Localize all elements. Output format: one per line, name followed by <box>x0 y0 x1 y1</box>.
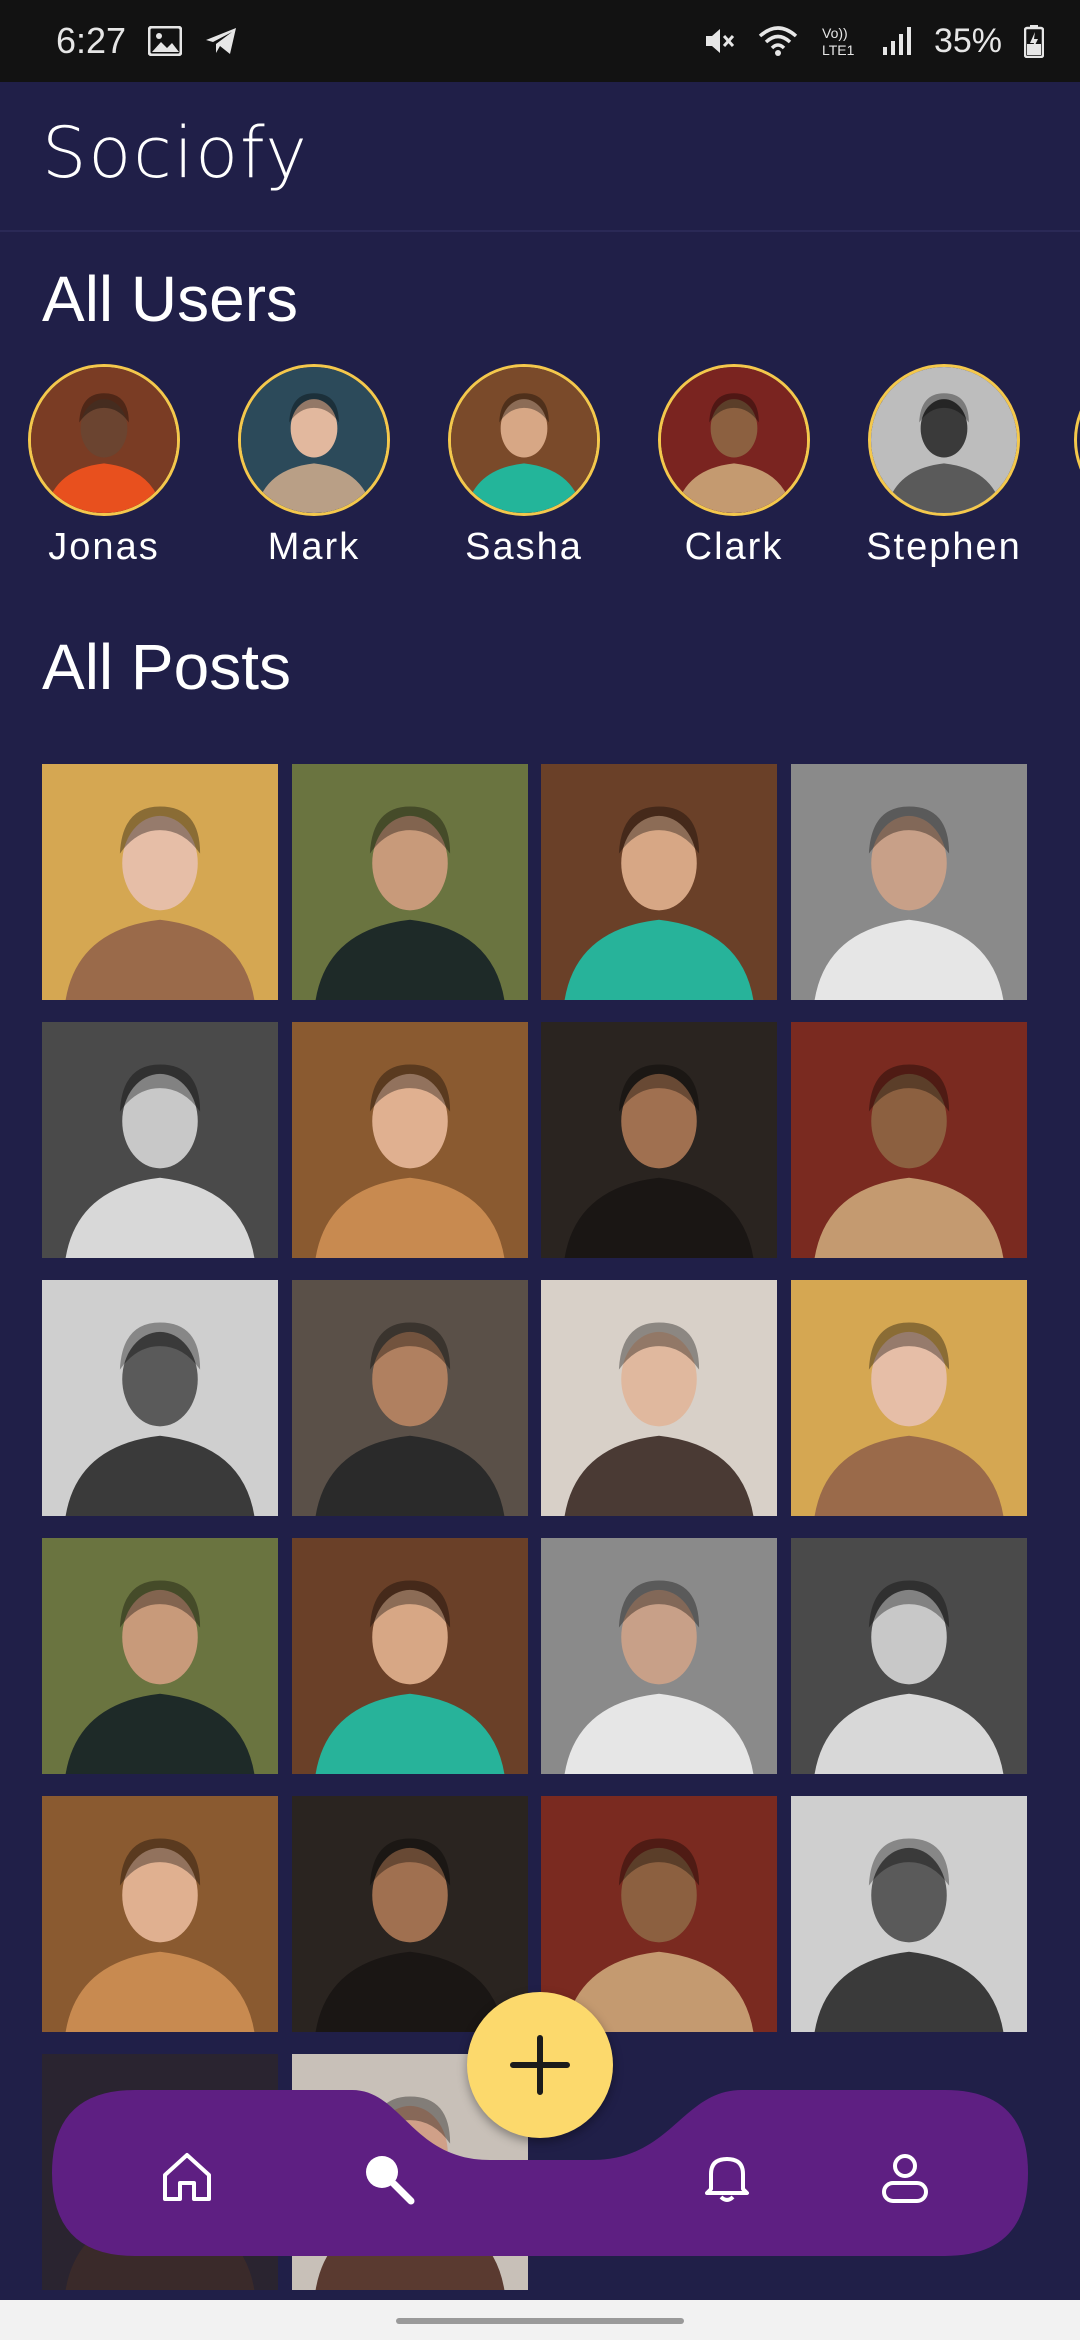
users-section-title: All Users <box>42 263 299 335</box>
avatar-image <box>31 367 177 513</box>
screen: 6:27 Vo)) LTE1 35% Sociofy All Users Jon… <box>0 0 1080 2340</box>
post-thumbnail[interactable] <box>291 1796 528 2032</box>
user-item[interactable]: Jonas <box>4 360 204 569</box>
nav-profile-button[interactable] <box>870 2142 940 2212</box>
volte-icon: Vo)) LTE1 <box>820 23 860 59</box>
user-avatar[interactable] <box>868 364 1020 516</box>
user-name: Jonas <box>48 526 160 568</box>
avatar-image <box>241 367 387 513</box>
gallery-icon <box>148 26 183 56</box>
user-avatar[interactable] <box>28 364 180 516</box>
user-avatar[interactable] <box>448 364 600 516</box>
user-avatar[interactable] <box>238 364 390 516</box>
post-image <box>42 1796 278 2032</box>
post-image <box>541 764 777 1000</box>
post-image <box>790 1022 1027 1258</box>
post-image <box>291 764 528 1000</box>
post-image <box>790 764 1027 1000</box>
system-nav-bar <box>0 2300 1080 2340</box>
user-avatar-partial[interactable] <box>1074 364 1080 516</box>
post-thumbnail[interactable] <box>541 1796 777 2032</box>
avatar-image <box>871 367 1017 513</box>
post-image <box>790 1796 1027 2032</box>
post-image <box>790 1538 1027 1774</box>
app-header: Sociofy <box>0 82 1080 232</box>
post-image <box>541 1796 777 2032</box>
nav-notifications-button[interactable] <box>692 2142 762 2212</box>
post-thumbnail[interactable] <box>42 764 278 1000</box>
users-row[interactable]: Jonas Mark Sasha Clark Stephen <box>0 360 1080 580</box>
post-thumbnail[interactable] <box>790 1538 1027 1774</box>
app-logo: Sociofy <box>42 112 309 194</box>
home-gesture-bar[interactable] <box>396 2318 684 2324</box>
nav-home-button[interactable] <box>152 2142 222 2212</box>
posts-section-title: All Posts <box>42 631 291 703</box>
post-image <box>42 1280 278 1516</box>
post-thumbnail[interactable] <box>790 1280 1027 1516</box>
nav-search-button[interactable] <box>352 2142 422 2212</box>
post-thumbnail[interactable] <box>790 1796 1027 2032</box>
post-thumbnail[interactable] <box>541 1538 777 1774</box>
mute-icon <box>702 24 736 58</box>
post-thumbnail[interactable] <box>541 764 777 1000</box>
post-thumbnail[interactable] <box>541 1022 777 1258</box>
user-name: Sasha <box>465 526 583 568</box>
telegram-icon <box>204 26 238 56</box>
home-icon <box>163 2153 211 2201</box>
svg-text:LTE1: LTE1 <box>822 42 855 58</box>
post-image <box>541 1280 777 1516</box>
plus-icon <box>510 2035 570 2095</box>
user-name: Stephen <box>866 526 1022 568</box>
wifi-icon <box>758 24 798 58</box>
post-image <box>291 1538 528 1774</box>
search-icon <box>366 2156 415 2205</box>
post-thumbnail[interactable] <box>291 1538 528 1774</box>
bell-icon <box>705 2157 749 2202</box>
status-time: 6:27 <box>56 20 127 61</box>
post-thumbnail[interactable] <box>291 1022 528 1258</box>
user-name: Mark <box>267 526 361 568</box>
user-name: Clark <box>684 526 784 568</box>
profile-icon <box>882 2154 928 2203</box>
post-image <box>790 1280 1027 1516</box>
post-thumbnail[interactable] <box>42 1022 278 1258</box>
post-image <box>42 764 278 1000</box>
avatar-image <box>661 367 807 513</box>
user-item[interactable]: Mark <box>214 360 414 569</box>
user-item[interactable]: Stephen <box>844 360 1044 569</box>
user-item[interactable]: Clark <box>634 360 834 569</box>
post-image <box>291 1280 528 1516</box>
status-right: Vo)) LTE1 35% <box>702 22 1044 61</box>
post-thumbnail[interactable] <box>291 764 528 1000</box>
user-item[interactable]: Sasha <box>424 360 624 569</box>
post-image <box>42 1538 278 1774</box>
post-thumbnail[interactable] <box>42 1796 278 2032</box>
post-thumbnail[interactable] <box>541 1280 777 1516</box>
avatar-image <box>451 367 597 513</box>
post-thumbnail[interactable] <box>790 764 1027 1000</box>
post-image <box>291 1796 528 2032</box>
add-post-button[interactable] <box>467 1992 613 2138</box>
post-image <box>42 1022 278 1258</box>
post-image <box>541 1538 777 1774</box>
signal-icon <box>882 25 912 57</box>
post-image <box>541 1022 777 1258</box>
status-left: 6:27 <box>56 20 238 62</box>
post-thumbnail[interactable] <box>790 1022 1027 1258</box>
battery-icon <box>1024 24 1044 58</box>
post-thumbnail[interactable] <box>42 1538 278 1774</box>
post-image <box>291 1022 528 1258</box>
post-thumbnail[interactable] <box>291 1280 528 1516</box>
post-thumbnail[interactable] <box>42 1280 278 1516</box>
user-avatar[interactable] <box>658 364 810 516</box>
status-bar: 6:27 Vo)) LTE1 35% <box>0 0 1080 82</box>
svg-text:Vo)): Vo)) <box>822 25 848 41</box>
battery-percent: 35% <box>933 21 1002 60</box>
